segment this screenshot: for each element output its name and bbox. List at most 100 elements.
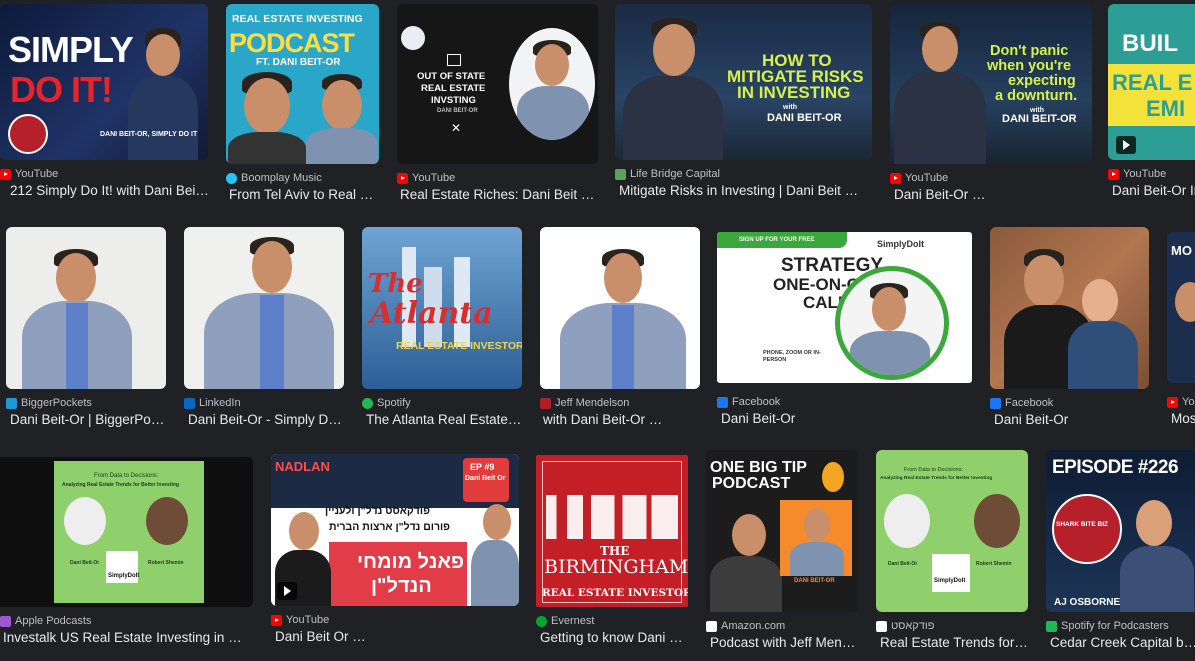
result-source[interactable]: YouTube [890,172,1092,184]
result-source[interactable]: Yo [1167,396,1195,408]
result-thumbnail[interactable]: REAL ESTATE INVESTING PODCAST FT. DANI B… [226,4,379,164]
result-source[interactable]: Evernest [536,615,688,627]
image-result[interactable]: BUIL REAL E EMI YouTube Dani Beit-Or In [1108,4,1195,198]
result-source[interactable]: YouTube [271,614,519,626]
result-thumbnail[interactable]: Don't panic when you're expecting a down… [890,4,1092,164]
image-result[interactable]: SIGN UP FOR YOUR FREE SimplyDoIt STRATEG… [717,232,972,426]
image-result[interactable]: THE BIRMINGHAM REAL ESTATE INVESTOR Ever… [536,455,688,645]
image-result[interactable]: HOW TO MITIGATE RISKS IN INVESTING with … [615,4,872,198]
thumbnail-text: Robert Shemin [148,560,184,566]
person-photo [884,494,930,548]
result-source[interactable]: Boomplay Music [226,172,379,184]
result-source[interactable]: YouTube [397,172,598,184]
result-title[interactable]: with Dani Beit-Or … [540,412,703,427]
thumbnail-text: SimplyDoIt [877,239,925,249]
result-title[interactable]: Dani Beit-Or … [890,187,1096,202]
result-title[interactable]: Investalk US Real Estate Investing in … [0,630,256,645]
person-photo [509,28,595,140]
result-title[interactable]: Mitigate Risks in Investing | Dani Beit … [615,183,876,198]
thumbnail-text: IN INVESTING [737,83,851,102]
result-source[interactable]: Facebook [990,397,1149,409]
result-title[interactable]: Dani Beit-Or [990,412,1153,427]
play-icon [1116,136,1136,154]
result-title[interactable]: Real Estate Riches: Dani Beit … [397,187,601,202]
result-source[interactable]: YouTube [1108,168,1195,180]
result-thumbnail[interactable]: BUIL REAL E EMI [1108,4,1195,160]
result-thumbnail[interactable]: EPISODE #226 SHARK BITE BIZ AJ OSBORNE [1046,450,1195,612]
result-title[interactable]: Mos [1167,411,1195,426]
image-result[interactable]: From Data to Decisions: Analyzing Real E… [876,450,1028,650]
result-thumbnail[interactable]: From Data to Decisions: Analyzing Real E… [0,457,253,607]
result-title[interactable]: Dani Beit-Or In [1108,183,1195,198]
result-source[interactable]: BiggerPockets [6,397,166,409]
result-thumbnail[interactable] [540,227,700,389]
result-title[interactable]: Dani Beit Or … [271,629,523,644]
result-title[interactable]: Real Estate Trends for… [876,635,1032,650]
image-result[interactable]: EPISODE #226 SHARK BITE BIZ AJ OSBORNE S… [1046,450,1195,650]
result-thumbnail[interactable]: MO [1167,232,1195,383]
result-title[interactable]: 212 Simply Do It! with Dani Bei… [0,183,218,198]
thumbnail-text: OUT OF STATE [417,71,486,82]
result-thumbnail[interactable] [184,227,344,389]
result-thumbnail[interactable]: NADLAN EP #9 Dani Beit Or פודקאסט נדל"ן … [271,454,519,606]
evernest-icon [536,615,547,627]
image-result[interactable]: SIMPLY DO IT! DANI BEIT-OR, SIMPLY DO IT… [0,4,209,198]
image-result[interactable]: LinkedIn Dani Beit-Or - Simply D… [184,227,344,427]
thumbnail-text: הנדל"ן [371,575,432,597]
result-title[interactable]: Dani Beit-Or - Simply D… [184,412,348,427]
image-result[interactable]: Don't panic when you're expecting a down… [890,4,1092,202]
thumbnail-text: AJ OSBORNE [1054,597,1121,608]
result-thumbnail[interactable]: THE BIRMINGHAM REAL ESTATE INVESTOR [536,455,688,607]
result-title[interactable]: Dani Beit-Or | BiggerPo… [6,412,170,427]
result-source[interactable]: Apple Podcasts [0,615,253,627]
image-result[interactable]: OUT OF STATE REAL ESTATE INVSTING DANI B… [397,4,598,202]
result-thumbnail[interactable]: ONE BIG TIP PODCAST DANI BEIT-OR [706,450,858,612]
result-source[interactable]: YouTube [0,168,208,180]
image-result[interactable]: BiggerPockets Dani Beit-Or | BiggerPo… [6,227,166,427]
result-thumbnail[interactable]: OUT OF STATE REAL ESTATE INVSTING DANI B… [397,4,598,164]
thumbnail-text: The [368,269,423,299]
result-source[interactable]: Jeff Mendelson [540,397,700,409]
result-source[interactable]: Spotify [362,397,522,409]
result-thumbnail[interactable] [6,227,166,389]
thumbnail-text: Robert Shemin [976,561,1012,567]
image-result[interactable]: ONE BIG TIP PODCAST DANI BEIT-OR Amazon.… [706,450,858,650]
thumbnail-text: Dani Beit Or [465,475,506,482]
person-photo [835,266,949,380]
image-result[interactable]: From Data to Decisions: Analyzing Real E… [0,457,253,645]
thumbnail-text: פאנל מומחי [357,551,465,573]
person-photo [653,24,695,76]
result-source[interactable]: Spotify for Podcasters [1046,620,1195,632]
apple-podcasts-icon [0,615,11,627]
result-thumbnail[interactable]: SIMPLY DO IT! DANI BEIT-OR, SIMPLY DO IT [0,4,208,160]
result-title[interactable]: The Atlanta Real Estate… [362,412,526,427]
image-result[interactable]: MO Yo Mos [1167,232,1195,426]
result-title[interactable]: Podcast with Jeff Men… [706,635,862,650]
thumbnail-text: MO [1171,243,1192,258]
result-title[interactable]: Dani Beit-Or [717,411,976,426]
result-source[interactable]: Facebook [717,396,972,408]
result-source[interactable]: Life Bridge Capital [615,168,872,180]
result-title[interactable]: Cedar Creek Capital b… [1046,635,1195,650]
person-photo [1024,255,1064,307]
result-title[interactable]: Getting to know Dani … [536,630,692,645]
result-title[interactable]: From Tel Aviv to Real … [226,187,382,202]
result-thumbnail[interactable]: From Data to Decisions: Analyzing Real E… [876,450,1028,612]
result-source[interactable]: Amazon.com [706,620,858,632]
thumbnail-text: Dani Beit-Or [888,561,918,567]
thumbnail-text: Analyzing Real Estate Trends for Better … [62,482,179,488]
image-result[interactable]: NADLAN EP #9 Dani Beit Or פודקאסט נדל"ן … [271,454,519,644]
image-result[interactable]: Facebook Dani Beit-Or [990,227,1149,427]
image-result[interactable]: REAL ESTATE INVESTING PODCAST FT. DANI B… [226,4,379,202]
image-result[interactable]: The Atlanta REAL ESTATE INVESTOR Spotify… [362,227,522,427]
logo-badge [8,114,48,154]
result-thumbnail[interactable]: The Atlanta REAL ESTATE INVESTOR [362,227,522,389]
result-source[interactable]: פודקאסט [876,620,1028,632]
image-result[interactable]: Jeff Mendelson with Dani Beit-Or … [540,227,700,427]
result-thumbnail[interactable]: HOW TO MITIGATE RISKS IN INVESTING with … [615,4,872,160]
result-thumbnail[interactable] [990,227,1149,389]
biggerpockets-icon [6,397,17,409]
result-thumbnail[interactable]: SIGN UP FOR YOUR FREE SimplyDoIt STRATEG… [717,232,972,383]
result-source[interactable]: LinkedIn [184,397,344,409]
thumbnail-text: REAL ESTATE INVESTOR [396,340,522,352]
